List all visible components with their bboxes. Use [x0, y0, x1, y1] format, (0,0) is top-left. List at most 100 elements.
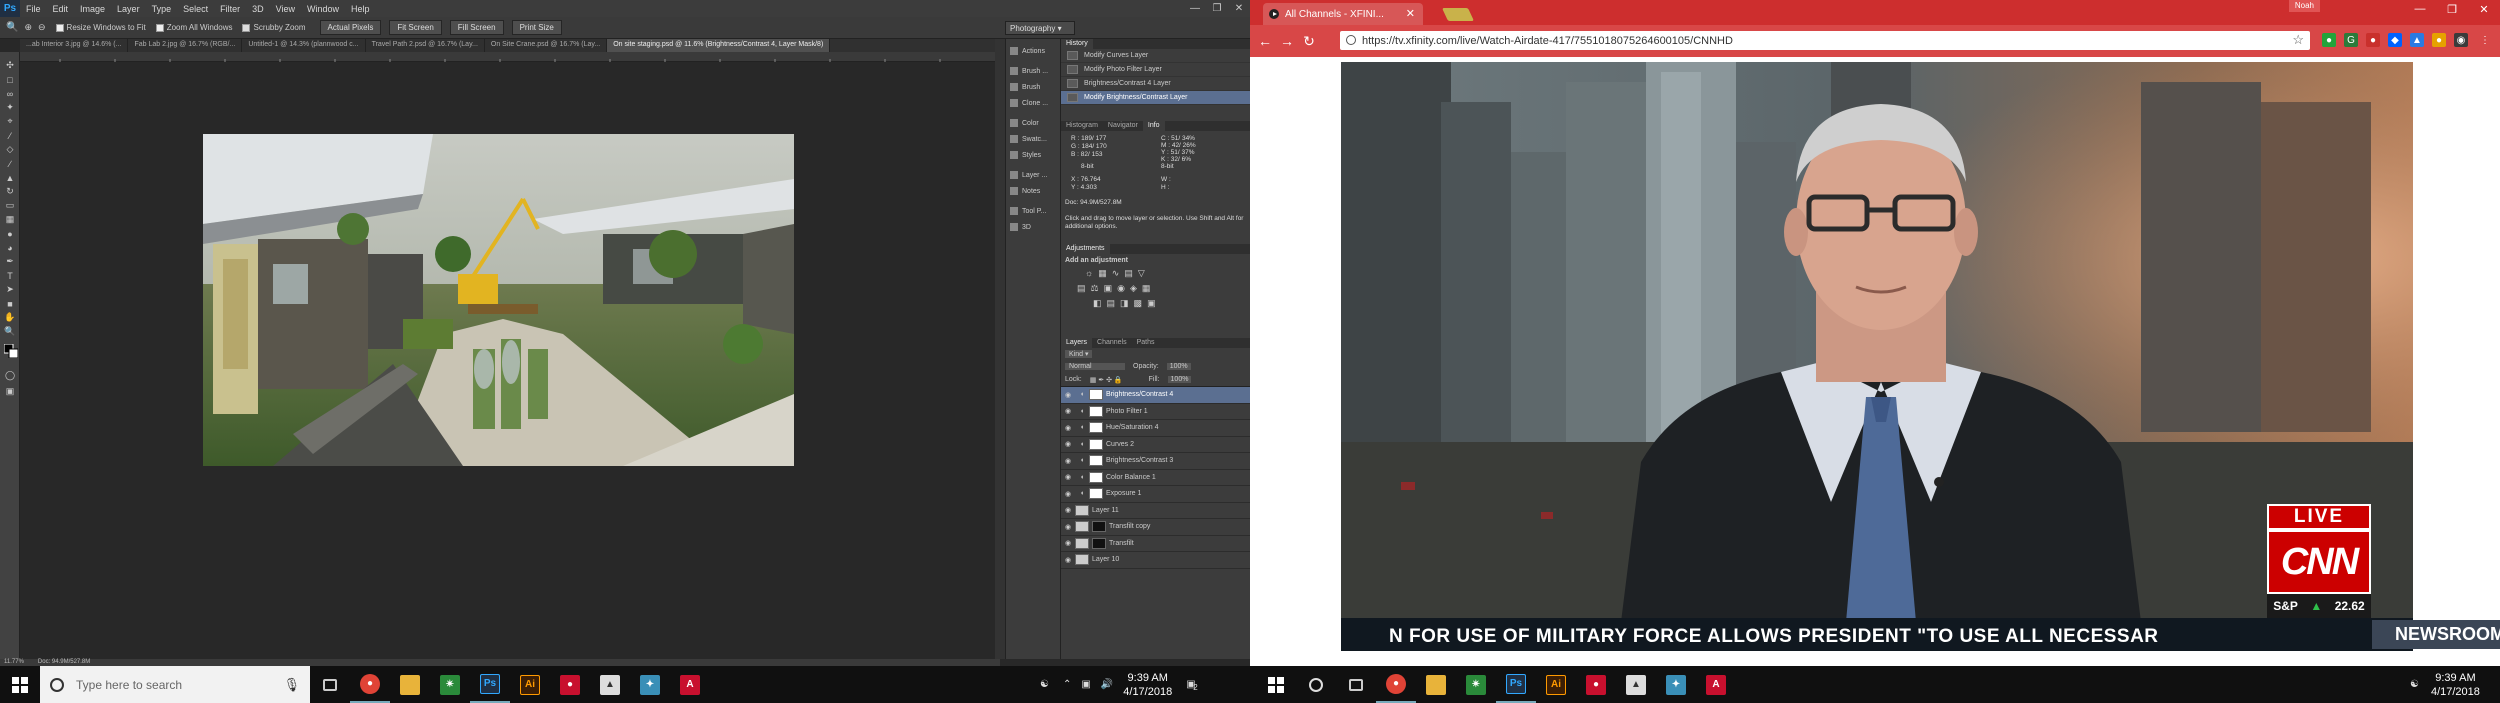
extension-orange-icon[interactable]: ●: [2432, 33, 2446, 47]
marquee-tool-icon[interactable]: □: [4, 74, 16, 85]
lookup-adjust-icon[interactable]: ▦: [1142, 283, 1151, 294]
hue-adjust-icon[interactable]: ▤: [1077, 283, 1086, 294]
doc-tab[interactable]: ...ab Interior 3.jpg @ 14.6% (...: [20, 39, 129, 52]
red-app-taskbar-button[interactable]: ●: [1576, 666, 1616, 703]
layer-row[interactable]: ◉ ◖ Photo Filter 1: [1061, 404, 1250, 420]
fill-screen-button[interactable]: Fill Screen: [449, 20, 504, 35]
menu-type[interactable]: Type: [146, 4, 178, 14]
layer-row[interactable]: ◉ ◖ Brightness/Contrast 3: [1061, 453, 1250, 470]
browser-tab[interactable]: All Channels - XFINI... ✕: [1263, 3, 1423, 25]
layer-kind-filter[interactable]: Kind ▾: [1065, 350, 1093, 358]
tool-presets-panel-button[interactable]: Tool P...: [1006, 203, 1060, 219]
brush-panel-button[interactable]: Brush: [1006, 79, 1060, 95]
clock[interactable]: 9:39 AM 4/17/2018: [2431, 671, 2480, 699]
acrobat-taskbar-button[interactable]: A: [670, 666, 710, 703]
chrome-menu-icon[interactable]: ⋮: [2478, 33, 2492, 47]
tab-navigator[interactable]: Navigator: [1103, 121, 1143, 131]
minimize-icon[interactable]: —: [2404, 0, 2436, 18]
layer-row[interactable]: ◉ ◖ Exposure 1: [1061, 486, 1250, 503]
notes-panel-button[interactable]: Notes: [1006, 183, 1060, 199]
zoom-out-icon[interactable]: ⊖: [38, 22, 46, 33]
history-brush-tool-icon[interactable]: ↻: [4, 186, 16, 197]
actions-panel-button[interactable]: Actions: [1006, 43, 1060, 59]
layer-row[interactable]: ◉ ◖ Brightness/Contrast 4: [1061, 387, 1250, 404]
tab-layers[interactable]: Layers: [1061, 338, 1093, 348]
eye-icon[interactable]: ◉: [1061, 556, 1075, 564]
doc-tab[interactable]: On Site Crane.psd @ 16.7% (Lay...: [485, 39, 608, 52]
history-item[interactable]: Modify Curves Layer: [1061, 49, 1250, 63]
bookmark-star-icon[interactable]: ☆: [2292, 32, 2304, 48]
threshold-adjust-icon[interactable]: ◨: [1120, 298, 1129, 309]
volume-icon[interactable]: 🔊: [1101, 679, 1113, 690]
stamp-tool-icon[interactable]: ▲: [4, 172, 16, 183]
3d-panel-button[interactable]: 3D: [1006, 219, 1060, 235]
swatches-panel-button[interactable]: Swatc...: [1006, 131, 1060, 147]
network-icon[interactable]: ▣: [1081, 679, 1090, 690]
path-select-tool-icon[interactable]: ➤: [4, 284, 16, 295]
extension-adblock-icon[interactable]: ●: [2366, 33, 2380, 47]
address-bar[interactable]: https://tv.xfinity.com/live/Watch-Airdat…: [1340, 31, 2310, 50]
healing-tool-icon[interactable]: ◇: [4, 144, 16, 155]
fill-input[interactable]: 100%: [1167, 376, 1192, 383]
eye-icon[interactable]: ◉: [1061, 407, 1075, 415]
minimize-icon[interactable]: —: [1184, 0, 1206, 17]
explorer-taskbar-button[interactable]: [390, 666, 430, 703]
blur-tool-icon[interactable]: ●: [4, 228, 16, 239]
quick-mask-icon[interactable]: ◯: [4, 370, 16, 381]
photos-taskbar-button[interactable]: ▲: [1616, 666, 1656, 703]
eye-icon[interactable]: ◉: [1061, 424, 1075, 432]
people-icon[interactable]: ☯: [1040, 679, 1049, 690]
invert-adjust-icon[interactable]: ◧: [1093, 298, 1102, 309]
eye-icon[interactable]: ◉: [1061, 473, 1075, 481]
new-tab-button[interactable]: [1441, 8, 1475, 21]
brush-presets-panel-button[interactable]: Brush ...: [1006, 63, 1060, 79]
lasso-tool-icon[interactable]: ∞: [4, 88, 16, 99]
menu-file[interactable]: File: [20, 4, 47, 14]
color-panel-button[interactable]: Color: [1006, 115, 1060, 131]
styles-panel-button[interactable]: Styles: [1006, 147, 1060, 163]
doc-tab[interactable]: Fab Lab 2.jpg @ 16.7% (RGB/...: [128, 39, 243, 52]
green-app-taskbar-button[interactable]: ✴: [1456, 666, 1496, 703]
video-player[interactable]: [1341, 62, 2413, 622]
tab-history[interactable]: History: [1061, 39, 1093, 49]
dropbox-icon[interactable]: ◆: [2388, 33, 2402, 47]
eyedropper-tool-icon[interactable]: ⁄: [4, 130, 16, 141]
task-view-button[interactable]: [1336, 666, 1376, 703]
vibrance-adjust-icon[interactable]: ▽: [1138, 268, 1145, 279]
blend-mode-select[interactable]: Normal: [1065, 363, 1125, 370]
levels-adjust-icon[interactable]: ▦: [1098, 268, 1107, 279]
gradient-tool-icon[interactable]: ▦: [4, 214, 16, 225]
eye-icon[interactable]: ◉: [1061, 539, 1075, 547]
selective-color-adjust-icon[interactable]: ▣: [1147, 298, 1156, 309]
chrome-taskbar-button[interactable]: ●: [1376, 666, 1416, 703]
explorer-taskbar-button[interactable]: [1416, 666, 1456, 703]
menu-filter[interactable]: Filter: [214, 4, 246, 14]
start-button[interactable]: [0, 676, 40, 693]
layer-row[interactable]: ◉ Layer 10: [1061, 552, 1250, 569]
tab-adjustments[interactable]: Adjustments: [1061, 244, 1110, 254]
layer-row[interactable]: ◉ Transfilt copy: [1061, 519, 1250, 536]
restore-icon[interactable]: ❐: [1206, 0, 1228, 17]
back-arrow-icon[interactable]: ←: [1254, 33, 1276, 49]
layer-comps-panel-button[interactable]: Layer ...: [1006, 167, 1060, 183]
print-size-button[interactable]: Print Size: [511, 20, 562, 35]
menu-window[interactable]: Window: [301, 4, 345, 14]
illustrator-taskbar-button[interactable]: Ai: [510, 666, 550, 703]
clock[interactable]: 9:39 AM 4/17/2018: [1123, 671, 1172, 699]
doc-tab[interactable]: Untitled-1 @ 14.3% (plannwood c...: [242, 39, 366, 52]
extension-green-icon[interactable]: ●: [2322, 33, 2336, 47]
menu-3d[interactable]: 3D: [246, 4, 270, 14]
restore-icon[interactable]: ❐: [2436, 0, 2468, 18]
resize-windows-checkbox[interactable]: Resize Windows to Fit: [55, 23, 146, 32]
zoom-tool-icon[interactable]: 🔍: [4, 326, 16, 337]
tab-paths[interactable]: Paths: [1132, 338, 1160, 348]
menu-help[interactable]: Help: [345, 4, 376, 14]
chevron-up-icon[interactable]: ⌃: [1063, 679, 1071, 690]
eye-icon[interactable]: ◉: [1061, 391, 1075, 399]
lock-icons[interactable]: ▦ ✒ ✣ 🔒: [1090, 376, 1123, 384]
photos-taskbar-button[interactable]: ▲: [590, 666, 630, 703]
type-tool-icon[interactable]: T: [4, 270, 16, 281]
reload-icon[interactable]: ↻: [1298, 33, 1320, 50]
tab-close-icon[interactable]: ✕: [1406, 7, 1415, 20]
illustrator-taskbar-button[interactable]: Ai: [1536, 666, 1576, 703]
